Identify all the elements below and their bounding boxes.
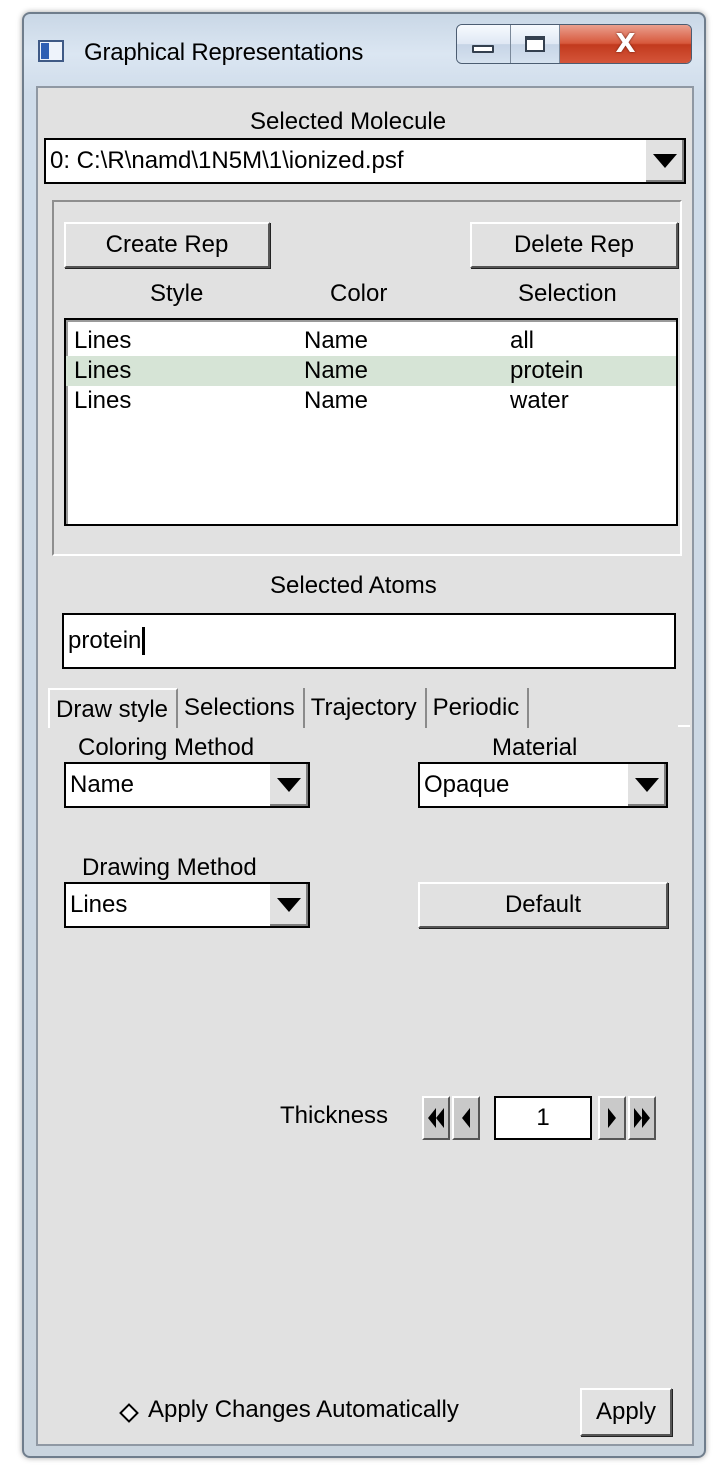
reps-row-water[interactable]: Lines Name water xyxy=(66,386,676,416)
material-label: Material xyxy=(492,734,578,761)
rep-selection: protein xyxy=(510,357,584,384)
rep-color: Name xyxy=(304,357,369,384)
tab-trajectory[interactable]: Trajectory xyxy=(305,688,427,728)
rep-color: Name xyxy=(304,387,369,414)
column-header-selection: Selection xyxy=(518,280,617,307)
molecule-dropdown-button[interactable] xyxy=(644,140,684,182)
selected-atoms-input[interactable]: protein xyxy=(62,613,676,669)
drawing-dropdown-button[interactable] xyxy=(268,884,308,926)
window-controls: X xyxy=(456,24,692,64)
apply-button[interactable]: Apply xyxy=(580,1388,672,1436)
title-bar[interactable]: Graphical Representations X xyxy=(24,14,704,88)
drawing-method-select[interactable]: Lines xyxy=(64,882,310,928)
dropdown-arrow-icon xyxy=(653,154,677,168)
material-dropdown-button[interactable] xyxy=(626,764,666,806)
delete-rep-button[interactable]: Delete Rep xyxy=(470,222,678,268)
window-app-icon[interactable] xyxy=(38,40,64,62)
tab-divider xyxy=(678,725,690,727)
thickness-value-field[interactable]: 1 xyxy=(494,1096,592,1140)
thickness-decrease-button[interactable] xyxy=(452,1096,480,1140)
minimize-button[interactable] xyxy=(457,25,511,63)
selected-atoms-label: Selected Atoms xyxy=(270,572,437,599)
dropdown-arrow-icon xyxy=(635,778,659,792)
rep-selection: water xyxy=(510,387,569,414)
coloring-method-value: Name xyxy=(70,771,135,798)
close-button[interactable]: X xyxy=(560,25,691,63)
thickness-label: Thickness xyxy=(280,1102,389,1129)
rep-color: Name xyxy=(304,327,369,354)
rep-style: Lines xyxy=(74,357,132,384)
radio-diamond-icon[interactable] xyxy=(119,1403,139,1423)
coloring-method-select[interactable]: Name xyxy=(64,762,310,808)
coloring-dropdown-button[interactable] xyxy=(268,764,308,806)
window-title: Graphical Representations xyxy=(84,39,364,66)
maximize-button[interactable] xyxy=(510,25,561,63)
reps-row-all[interactable]: Lines Name all xyxy=(66,326,676,356)
spin-fast-right-icon xyxy=(634,1108,650,1128)
column-header-color: Color xyxy=(330,280,388,307)
spin-right-icon xyxy=(608,1108,616,1128)
apply-automatically-label[interactable]: Apply Changes Automatically xyxy=(148,1396,459,1424)
rep-style: Lines xyxy=(74,387,132,414)
maximize-icon xyxy=(524,36,545,52)
drawing-method-value: Lines xyxy=(70,891,128,918)
close-icon: X xyxy=(615,29,636,59)
material-select[interactable]: Opaque xyxy=(418,762,668,808)
molecule-select[interactable]: 0: C:\R\namd\1N5M\1\ionized.psf xyxy=(44,138,686,184)
material-value: Opaque xyxy=(424,771,510,798)
thickness-fast-decrease-button[interactable] xyxy=(422,1096,450,1140)
reps-list[interactable]: Lines Name all Lines Name protein Lines … xyxy=(64,318,678,526)
reps-group: Create Rep Delete Rep Style Color Select… xyxy=(52,200,682,556)
tab-bar: Draw style Selections Trajectory Periodi… xyxy=(48,688,530,728)
selected-molecule-label: Selected Molecule xyxy=(250,108,447,135)
dropdown-arrow-icon xyxy=(277,778,301,792)
molecule-select-value: 0: C:\R\namd\1N5M\1\ionized.psf xyxy=(50,147,404,174)
thickness-fast-increase-button[interactable] xyxy=(628,1096,656,1140)
selected-atoms-value: protein xyxy=(68,627,142,654)
client-area: Selected Molecule 0: C:\R\namd\1N5M\1\io… xyxy=(36,86,694,1446)
tab-periodic[interactable]: Periodic xyxy=(427,688,530,728)
text-caret xyxy=(142,627,146,655)
spin-fast-left-icon xyxy=(428,1108,444,1128)
tab-selections[interactable]: Selections xyxy=(178,688,305,728)
spin-left-icon xyxy=(462,1108,470,1128)
graphical-representations-window: Graphical Representations X Selected Mol… xyxy=(22,12,706,1458)
minimize-icon xyxy=(472,45,495,53)
create-rep-button[interactable]: Create Rep xyxy=(64,222,270,268)
tab-draw-style[interactable]: Draw style xyxy=(48,688,179,728)
reps-row-protein[interactable]: Lines Name protein xyxy=(66,356,676,386)
column-header-style: Style xyxy=(150,280,204,307)
default-button[interactable]: Default xyxy=(418,882,668,928)
rep-style: Lines xyxy=(74,327,132,354)
coloring-method-label: Coloring Method xyxy=(78,734,255,761)
dropdown-arrow-icon xyxy=(277,898,301,912)
rep-selection: all xyxy=(510,327,535,354)
drawing-method-label: Drawing Method xyxy=(82,854,257,881)
thickness-increase-button[interactable] xyxy=(598,1096,626,1140)
